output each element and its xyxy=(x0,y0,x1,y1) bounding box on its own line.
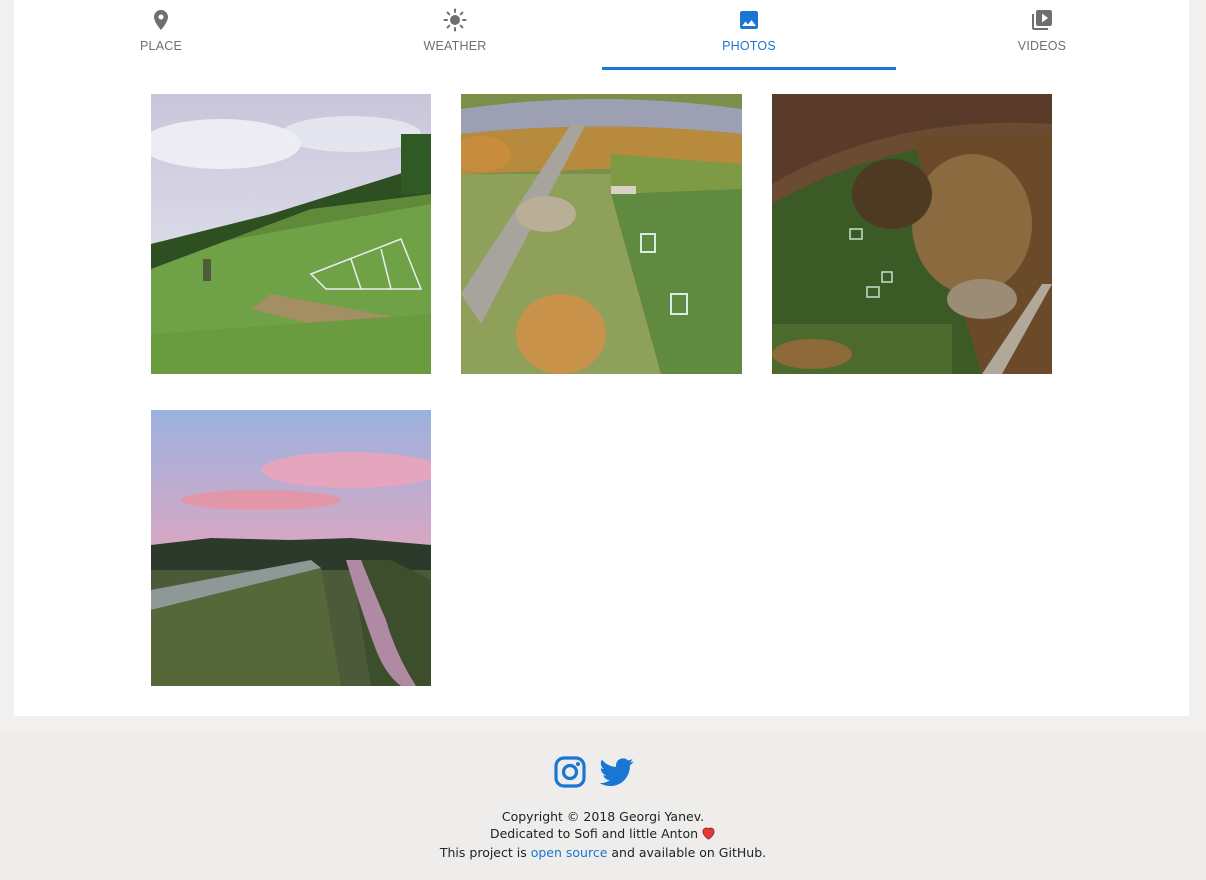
tab-weather-label: WEATHER xyxy=(423,39,487,53)
photo-aerial-field-road[interactable] xyxy=(461,94,742,374)
tab-weather[interactable]: WEATHER xyxy=(308,0,602,70)
tab-photos[interactable]: PHOTOS xyxy=(602,0,896,70)
project-prefix: This project is xyxy=(439,845,531,860)
project-line: This project is open source and availabl… xyxy=(0,845,1206,860)
twitter-icon[interactable] xyxy=(600,755,634,789)
sun-icon xyxy=(443,8,467,32)
dedication-text: Dedicated to Sofi and little Anton xyxy=(489,826,699,841)
image-icon xyxy=(737,8,761,32)
place-pin-icon xyxy=(149,8,173,32)
photo-aerial-topdown-field[interactable] xyxy=(772,94,1052,374)
photo-sunset-river[interactable] xyxy=(151,410,431,686)
copyright-text: Copyright © 2018 Georgi Yanev. xyxy=(501,809,705,824)
instagram-icon[interactable] xyxy=(553,755,587,789)
photo-football-field-low-angle[interactable] xyxy=(151,94,431,374)
active-tab-indicator xyxy=(602,67,896,70)
project-suffix: and available on GitHub. xyxy=(607,845,767,860)
dedication-line: Dedicated to Sofi and little Anton xyxy=(0,826,1206,841)
tab-videos[interactable]: VIDEOS xyxy=(895,0,1189,70)
video-library-icon xyxy=(1030,8,1054,32)
tab-videos-label: VIDEOS xyxy=(1017,39,1067,53)
tab-place[interactable]: PLACE xyxy=(14,0,308,70)
tab-photos-label: PHOTOS xyxy=(722,39,776,53)
open-source-link[interactable]: open source xyxy=(531,845,608,860)
tab-bar: PLACE WEATHER PHOTOS VIDEOS xyxy=(14,0,1189,70)
heart-icon xyxy=(701,826,716,840)
tab-place-label: PLACE xyxy=(140,39,182,53)
